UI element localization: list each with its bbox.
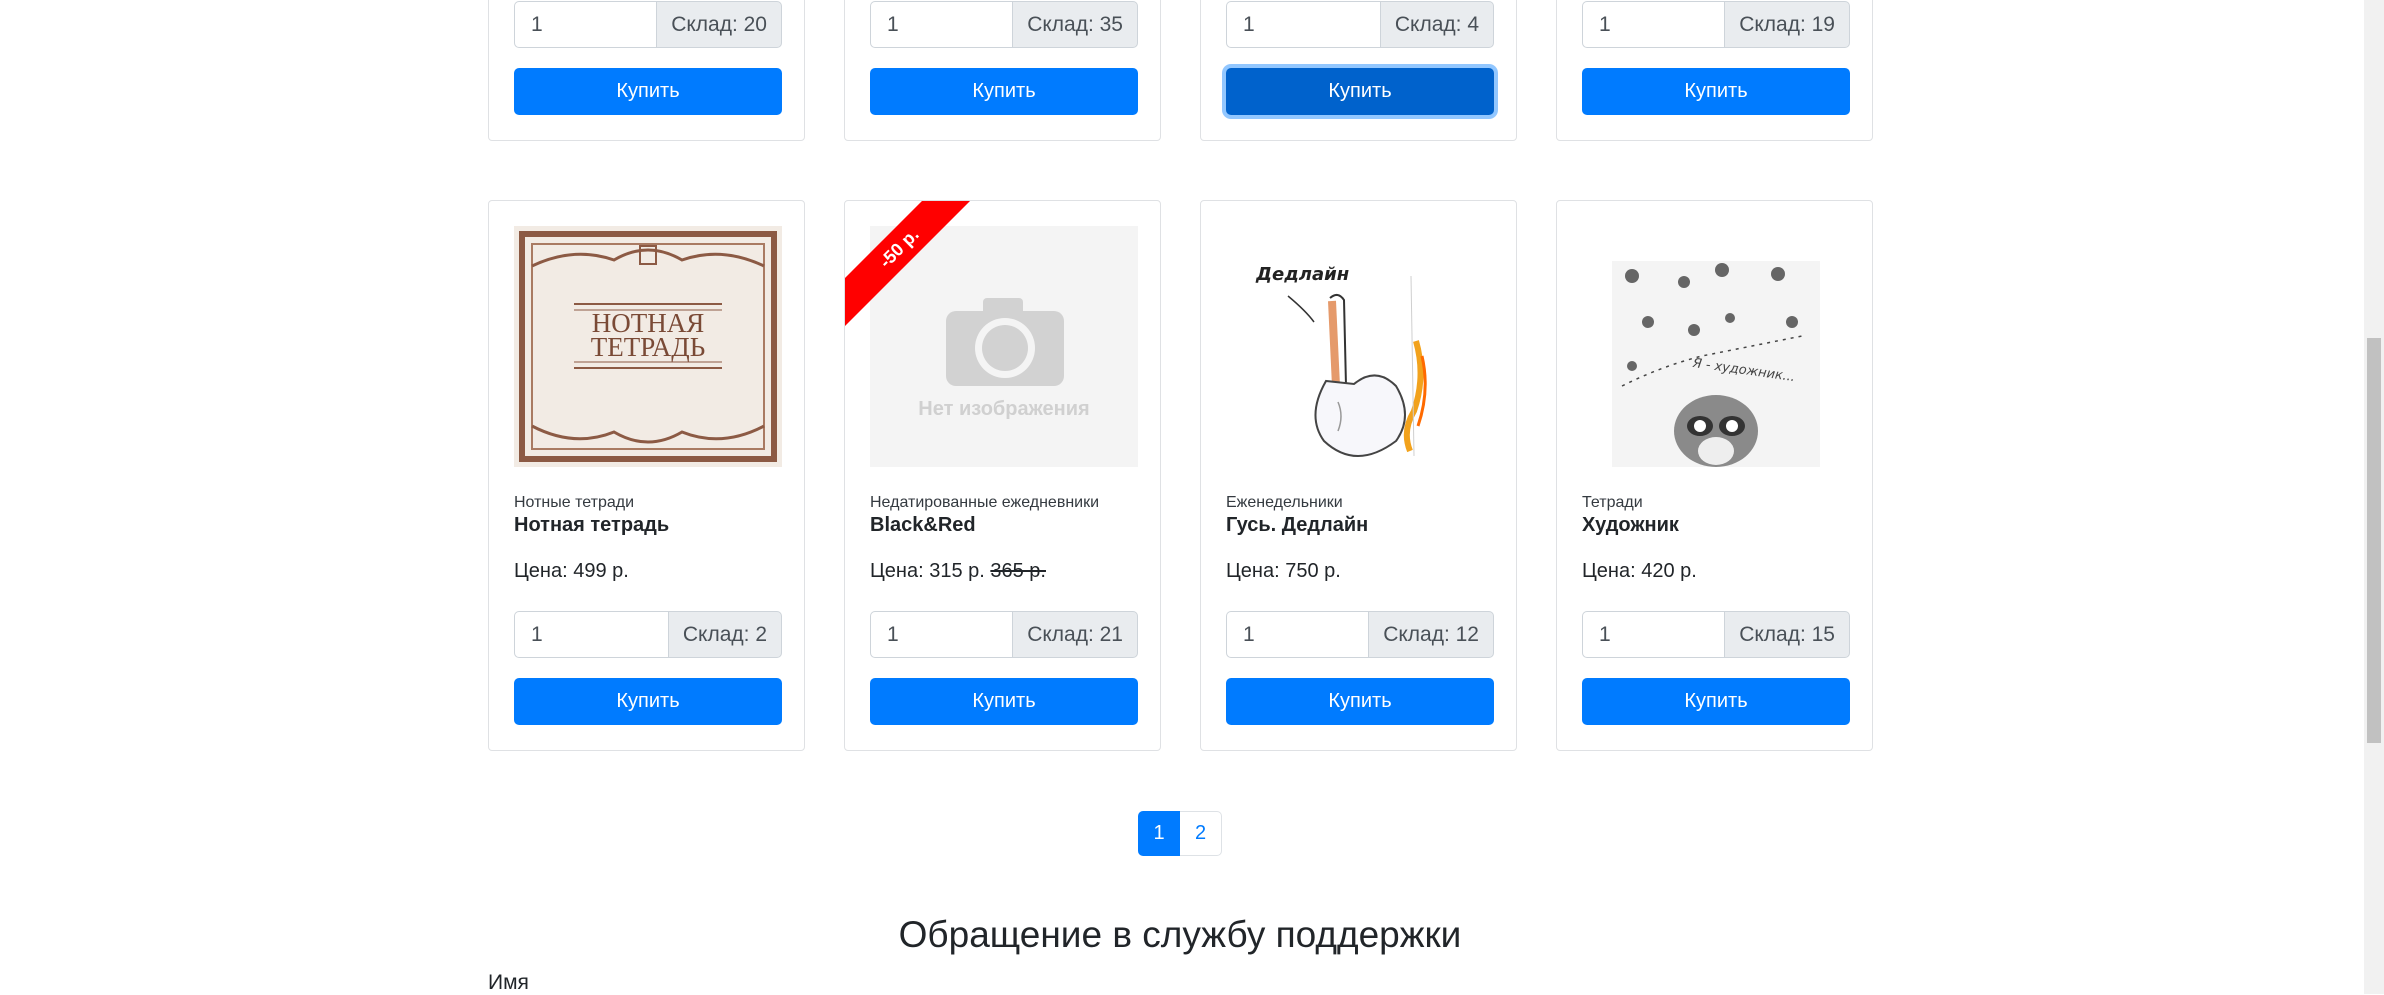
product-category: Недатированные ежедневники xyxy=(870,494,1100,511)
price-current: Цена: 420 р. xyxy=(1582,560,1697,582)
quantity-group: 1 Склад: 4 xyxy=(1226,1,1494,48)
product-card: Нет изображения -50 р. Недатированные еж… xyxy=(844,200,1161,751)
image-caption: Дедлайн xyxy=(1255,264,1349,285)
product-card: 1 Склад: 20 Купить xyxy=(488,0,805,141)
product-price: Цена: 315 р. 365 р. xyxy=(870,560,1046,583)
product-card: 1 Склад: 4 Купить xyxy=(1200,0,1517,141)
name-field-label: Имя xyxy=(488,971,529,994)
quantity-group: 1 Склад: 20 xyxy=(514,1,782,48)
buy-button[interactable]: Купить xyxy=(1226,68,1494,115)
page-scrollbar[interactable] xyxy=(2364,0,2384,994)
product-title[interactable]: Black&Red xyxy=(870,514,976,537)
product-title[interactable]: Гусь. Дедлайн xyxy=(1226,514,1368,537)
quantity-group: 1 Склад: 21 xyxy=(870,611,1138,658)
quantity-input[interactable]: 1 xyxy=(870,1,1013,48)
quantity-input[interactable]: 1 xyxy=(1226,1,1380,48)
quantity-input[interactable]: 1 xyxy=(870,611,1013,658)
buy-button[interactable]: Купить xyxy=(514,68,782,115)
raccoon-artist-image: Я - художник... xyxy=(1582,226,1850,467)
stock-label: Склад: 4 xyxy=(1379,1,1494,48)
stock-label: Склад: 12 xyxy=(1368,611,1494,658)
page-link-2[interactable]: 2 xyxy=(1180,811,1222,856)
quantity-group: 1 Склад: 35 xyxy=(870,1,1138,48)
quantity-input[interactable]: 1 xyxy=(514,1,657,48)
page-link-1[interactable]: 1 xyxy=(1138,811,1180,856)
product-title[interactable]: Нотная тетрадь xyxy=(514,514,669,537)
product-category: Еженедельники xyxy=(1226,494,1343,511)
buy-button[interactable]: Купить xyxy=(1582,68,1850,115)
notebook-cover-image: НОТНАЯ ТЕТРАДЬ xyxy=(514,226,782,467)
support-form-title: Обращение в службу поддержки xyxy=(898,914,1462,955)
stock-label: Склад: 2 xyxy=(667,611,782,658)
quantity-group: 1 Склад: 15 xyxy=(1582,611,1850,658)
goose-deadline-image: Дедлайн xyxy=(1226,226,1494,467)
scrollbar-thumb[interactable] xyxy=(2367,338,2381,743)
product-category: Нотные тетради xyxy=(514,494,635,511)
product-image[interactable]: НОТНАЯ ТЕТРАДЬ xyxy=(514,226,782,467)
product-image[interactable]: Я - художник... xyxy=(1582,226,1850,467)
quantity-group: 1 Склад: 19 xyxy=(1582,1,1850,48)
product-image[interactable]: Дедлайн xyxy=(1226,226,1494,467)
buy-button[interactable]: Купить xyxy=(1582,678,1850,725)
product-price: Цена: 499 р. xyxy=(514,560,629,583)
product-card: Я - художник... Тетради Художник Цена: 4… xyxy=(1556,200,1873,751)
product-price: Цена: 750 р. xyxy=(1226,560,1341,583)
product-card: Дедлайн Еженедельники Гусь. Дедлайн Цена… xyxy=(1200,200,1517,751)
pagination: 1 2 xyxy=(1138,811,1222,856)
stock-label: Склад: 35 xyxy=(1012,1,1138,48)
no-image-text: Нет изображения xyxy=(918,398,1089,420)
price-old: 365 р. xyxy=(990,560,1046,582)
product-category: Тетради xyxy=(1582,494,1643,511)
buy-button[interactable]: Купить xyxy=(1226,678,1494,725)
product-card: 1 Склад: 19 Купить xyxy=(1556,0,1873,141)
buy-button[interactable]: Купить xyxy=(870,68,1138,115)
stock-label: Склад: 21 xyxy=(1012,611,1138,658)
quantity-group: 1 Склад: 12 xyxy=(1226,611,1494,658)
quantity-input[interactable]: 1 xyxy=(1582,1,1725,48)
buy-button[interactable]: Купить xyxy=(514,678,782,725)
quantity-group: 1 Склад: 2 xyxy=(514,611,782,658)
stock-label: Склад: 19 xyxy=(1724,1,1850,48)
stock-label: Склад: 15 xyxy=(1724,611,1850,658)
camera-icon xyxy=(946,298,1064,386)
quantity-input[interactable]: 1 xyxy=(514,611,668,658)
price-current: Цена: 499 р. xyxy=(514,560,629,582)
price-current: Цена: 315 р. xyxy=(870,560,991,582)
buy-button[interactable]: Купить xyxy=(870,678,1138,725)
product-card: НОТНАЯ ТЕТРАДЬ Нотные тетради Нотная тет… xyxy=(488,200,805,751)
stock-label: Склад: 20 xyxy=(656,1,782,48)
product-image[interactable]: Нет изображения xyxy=(870,226,1138,467)
price-current: Цена: 750 р. xyxy=(1226,560,1341,582)
product-card: 1 Склад: 35 Купить xyxy=(844,0,1161,141)
quantity-input[interactable]: 1 xyxy=(1226,611,1369,658)
quantity-input[interactable]: 1 xyxy=(1582,611,1725,658)
product-price: Цена: 420 р. xyxy=(1582,560,1697,583)
product-title[interactable]: Художник xyxy=(1582,514,1679,537)
no-image-placeholder: Нет изображения xyxy=(870,226,1138,467)
cover-title-line2: ТЕТРАДЬ xyxy=(591,332,705,362)
